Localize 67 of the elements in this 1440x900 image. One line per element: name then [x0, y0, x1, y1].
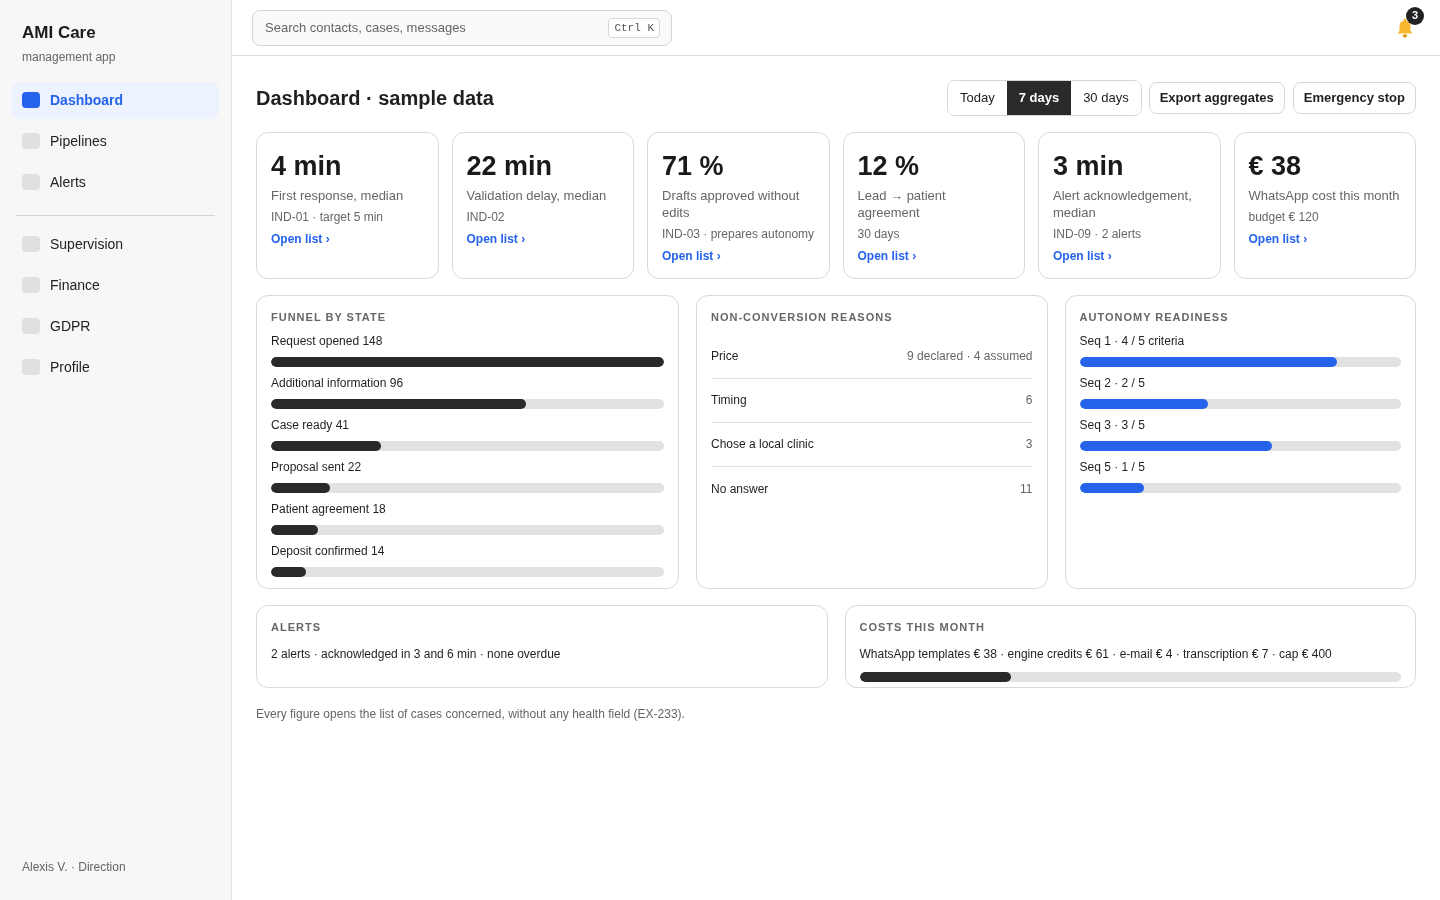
kpi-meta: IND-01 · target 5 min: [271, 209, 384, 226]
reason-count: 11: [1020, 480, 1033, 498]
app-subtitle: management app: [22, 48, 117, 66]
action-button[interactable]: Emergency stop: [1292, 82, 1416, 114]
kpi-meta: budget € 120: [1248, 209, 1319, 226]
bar-label: Proposal sent 22: [271, 458, 363, 475]
nav-item[interactable]: Pipelines: [12, 122, 219, 160]
open-list-link[interactable]: Open list ›: [466, 230, 526, 248]
user-label: Alexis V. · Direction: [21, 859, 127, 876]
reason-label: Chose a local clinic: [711, 436, 814, 453]
costs-summary: WhatsApp templates € 38 · engine credits € 61 · e-mail € 4 · transcription € 7 · cap € 400: [859, 645, 1333, 663]
kpi-meta: IND-09 · 2 alerts: [1053, 226, 1142, 243]
reason-count: 6: [1025, 392, 1033, 409]
square-icon: [22, 92, 40, 108]
kpi-label: Lead → patient agreement: [857, 187, 947, 221]
nav-item[interactable]: Supervision: [12, 225, 219, 263]
nav-item[interactable]: Profile: [12, 348, 219, 386]
bar-label: Seq 5 · 1 / 5: [1079, 458, 1146, 475]
kpi-value: 3 min: [1053, 150, 1124, 183]
kpi-label: Alert acknowledgement, median: [1053, 187, 1193, 221]
kpi-label: Validation delay, median: [466, 187, 607, 204]
reason-label: No answer: [711, 480, 769, 498]
bar-label: Seq 1 · 4 / 5 criteria: [1079, 332, 1186, 349]
range-tab[interactable]: 7 days: [1006, 81, 1072, 115]
bar-label: Seq 3 · 3 / 5: [1079, 416, 1146, 433]
footnote: Every figure opens the list of cases concerned, without any health field (EX-233).: [256, 706, 686, 723]
kpi-label: First response, median: [271, 187, 404, 204]
panel-heading: ALERTS: [271, 620, 322, 635]
kpi-value: 4 min: [271, 150, 342, 183]
panel-heading: FUNNEL BY STATE: [271, 310, 388, 325]
bar-label: Seq 2 · 2 / 5: [1079, 374, 1146, 391]
open-list-link[interactable]: Open list ›: [1053, 247, 1112, 265]
kpi-value: 71 %: [662, 150, 724, 183]
alerts-summary: 2 alerts · acknowledged in 3 and 6 min · none overdue: [271, 645, 562, 663]
reason-label: Price: [711, 348, 739, 365]
panel-heading: COSTS THIS MONTH: [859, 620, 986, 635]
page-title: Dashboard · sample data: [256, 86, 494, 111]
nav-item[interactable]: Dashboard: [12, 81, 219, 119]
kpi-value: 22 min: [466, 150, 553, 183]
app-name: AMI Care: [22, 22, 97, 44]
kpi-meta: IND-02: [466, 209, 505, 226]
reason-label: Timing: [711, 392, 747, 409]
bar-label: Deposit confirmed 14: [271, 542, 386, 559]
kpi-label: Drafts approved without edits: [662, 187, 801, 221]
kpi-meta: 30 days: [857, 226, 900, 243]
kpi-label: WhatsApp cost this month: [1248, 187, 1400, 204]
panel-heading: NON-CONVERSION REASONS: [711, 310, 894, 325]
bar-label: Request opened 148: [271, 332, 384, 349]
reason-count: 3: [1025, 436, 1033, 453]
shortcut-hint: Ctrl K: [608, 17, 660, 38]
kpi-value: 12 %: [857, 150, 920, 183]
open-list-link[interactable]: Open list ›: [1248, 230, 1308, 248]
reason-count: 9 declared · 4 assumed: [907, 348, 1033, 365]
bar-label: Case ready 41: [271, 416, 351, 433]
notification-badge: 3: [1406, 6, 1424, 25]
nav-item[interactable]: Alerts: [12, 163, 219, 201]
kpi-value: € 38: [1248, 150, 1302, 183]
bar-label: Additional information 96: [271, 374, 405, 391]
open-list-link[interactable]: Open list ›: [857, 247, 917, 265]
kpi-meta: IND-03 · prepares autonomy: [662, 226, 815, 243]
bar-label: Patient agreement 18: [271, 500, 387, 517]
nav-item[interactable]: Finance: [12, 266, 219, 304]
action-button[interactable]: Export aggregates: [1148, 82, 1285, 114]
panel-heading: AUTONOMY READINESS: [1079, 310, 1230, 325]
open-list-link[interactable]: Open list ›: [662, 247, 721, 265]
open-list-link[interactable]: Open list ›: [271, 230, 330, 248]
nav-item[interactable]: GDPR: [12, 307, 219, 345]
